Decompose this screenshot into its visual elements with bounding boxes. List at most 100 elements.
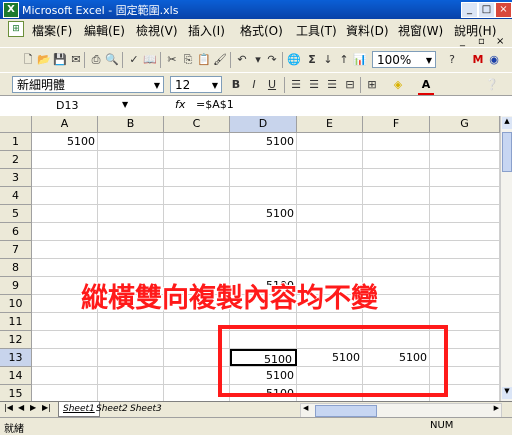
- new-icon[interactable]: 🗋: [20, 52, 36, 68]
- menu-edit[interactable]: 編輯(E): [84, 22, 125, 39]
- scroll-right-icon[interactable]: ▶: [494, 404, 499, 412]
- close-button[interactable]: ×: [495, 2, 512, 18]
- cell-a1[interactable]: 5100: [32, 133, 98, 150]
- row-header[interactable]: 2: [0, 151, 32, 169]
- open-icon[interactable]: 📂: [36, 52, 52, 68]
- maximize-button[interactable]: □: [478, 2, 495, 18]
- minimize-button[interactable]: _: [461, 2, 478, 18]
- cell-d1[interactable]: 5100: [230, 133, 297, 150]
- bold-button[interactable]: B: [228, 77, 244, 93]
- excel-icon[interactable]: X: [3, 2, 19, 18]
- spelling-icon[interactable]: ✓: [126, 52, 142, 68]
- font-name-value: 新細明體: [17, 78, 66, 92]
- toolbar-options-icon[interactable]: ❔: [484, 77, 500, 93]
- column-header-d[interactable]: D: [230, 116, 297, 133]
- research-icon[interactable]: 📖: [142, 52, 158, 68]
- workbook-icon[interactable]: ⊞: [8, 21, 24, 37]
- doc-minimize-button[interactable]: _: [460, 36, 465, 47]
- row-header[interactable]: 6: [0, 223, 32, 241]
- doc-restore-button[interactable]: ▫: [478, 36, 485, 47]
- menu-format[interactable]: 格式(O): [240, 22, 283, 39]
- row-header[interactable]: 1: [0, 133, 32, 151]
- autosum-icon[interactable]: Σ: [304, 52, 320, 68]
- hyperlink-icon[interactable]: 🌐: [286, 52, 302, 68]
- font-name-select[interactable]: 新細明體 ▼: [12, 76, 164, 93]
- row-header[interactable]: 9: [0, 277, 32, 295]
- help-icon[interactable]: ?: [444, 52, 460, 68]
- column-header-c[interactable]: C: [164, 116, 230, 133]
- print-icon[interactable]: ⎙: [88, 52, 104, 68]
- align-center-icon[interactable]: ☰: [306, 77, 322, 93]
- tab-sheet3[interactable]: Sheet3: [126, 402, 166, 416]
- row-header[interactable]: 7: [0, 241, 32, 259]
- underline-button[interactable]: U: [264, 77, 280, 93]
- row-header[interactable]: 12: [0, 331, 32, 349]
- cell-d5[interactable]: 5100: [230, 205, 297, 222]
- row-header[interactable]: 10: [0, 295, 32, 313]
- menu-tools[interactable]: 工具(T): [296, 22, 337, 39]
- column-header-g[interactable]: G: [430, 116, 500, 133]
- zoom-select[interactable]: 100% ▼: [372, 51, 436, 68]
- menu-insert[interactable]: 插入(I): [188, 22, 225, 39]
- borders-icon[interactable]: ⊞: [364, 77, 380, 93]
- column-header-b[interactable]: B: [98, 116, 164, 133]
- align-right-icon[interactable]: ☰: [324, 77, 340, 93]
- chevron-down-icon[interactable]: ▼: [209, 77, 221, 92]
- scroll-left-icon[interactable]: ◀: [303, 404, 308, 412]
- row-header[interactable]: 15: [0, 385, 32, 401]
- undo-icon[interactable]: ↶: [234, 52, 250, 68]
- font-color-button[interactable]: A: [418, 77, 434, 96]
- column-header-e[interactable]: E: [297, 116, 363, 133]
- copy-icon[interactable]: ⎘: [180, 52, 196, 68]
- permission-icon[interactable]: ✉: [68, 52, 84, 68]
- format-painter-icon[interactable]: 🖌: [212, 52, 228, 68]
- menu-data[interactable]: 資料(D): [346, 22, 389, 39]
- paste-icon[interactable]: 📋: [196, 52, 212, 68]
- menu-window[interactable]: 視窗(W): [398, 22, 443, 39]
- row-header[interactable]: 8: [0, 259, 32, 277]
- italic-button[interactable]: I: [246, 77, 262, 93]
- chart-wizard-icon[interactable]: 📊: [352, 52, 368, 68]
- chevron-down-icon[interactable]: ▼: [423, 52, 435, 67]
- first-sheet-icon[interactable]: |◀: [4, 403, 13, 412]
- horizontal-scrollbar[interactable]: ◀ ▶: [300, 403, 502, 418]
- row-header[interactable]: 11: [0, 313, 32, 331]
- sort-desc-icon[interactable]: ↑: [336, 52, 352, 68]
- scroll-up-icon[interactable]: ▲: [502, 117, 512, 129]
- last-sheet-icon[interactable]: ▶|: [42, 403, 51, 412]
- row-header[interactable]: 5: [0, 205, 32, 223]
- prev-sheet-icon[interactable]: ◀: [18, 403, 24, 412]
- formula-input[interactable]: =$A$1: [196, 98, 234, 111]
- row-header[interactable]: 13: [0, 349, 32, 367]
- print-preview-icon[interactable]: 🔍: [104, 52, 120, 68]
- column-header-f[interactable]: F: [363, 116, 430, 133]
- menu-view[interactable]: 檢視(V): [136, 22, 178, 39]
- addin-blue-icon[interactable]: ◉: [486, 52, 502, 68]
- menu-file[interactable]: 檔案(F): [32, 22, 72, 39]
- scroll-down-icon[interactable]: ▼: [502, 387, 512, 399]
- scroll-thumb[interactable]: [502, 132, 512, 172]
- vertical-scrollbar[interactable]: ▲ ▼: [500, 116, 512, 401]
- doc-close-button[interactable]: ×: [496, 36, 504, 47]
- select-all-corner[interactable]: [0, 116, 32, 133]
- font-size-select[interactable]: 12 ▼: [170, 76, 222, 93]
- chevron-down-icon[interactable]: ▼: [122, 100, 128, 109]
- column-header-a[interactable]: A: [32, 116, 98, 133]
- next-sheet-icon[interactable]: ▶: [30, 403, 36, 412]
- cut-icon[interactable]: ✂: [164, 52, 180, 68]
- save-icon[interactable]: 💾: [52, 52, 68, 68]
- fill-color-icon[interactable]: ◈: [390, 77, 406, 93]
- merge-center-icon[interactable]: ⊟: [342, 77, 358, 93]
- row-header[interactable]: 14: [0, 367, 32, 385]
- function-icon[interactable]: fx: [175, 98, 185, 111]
- addin-m-icon[interactable]: M: [470, 52, 486, 68]
- hscroll-thumb[interactable]: [315, 405, 377, 417]
- chevron-down-icon[interactable]: ▼: [151, 77, 163, 92]
- redo-icon[interactable]: ↷: [264, 52, 280, 68]
- name-box[interactable]: D13: [0, 97, 130, 114]
- row-header[interactable]: 4: [0, 187, 32, 205]
- align-left-icon[interactable]: ☰: [288, 77, 304, 93]
- row-header[interactable]: 3: [0, 169, 32, 187]
- sheet-tabs-bar: |◀ ◀ ▶ ▶| Sheet1 Sheet2 Sheet3 ◀ ▶: [0, 401, 512, 418]
- sort-asc-icon[interactable]: ↓: [320, 52, 336, 68]
